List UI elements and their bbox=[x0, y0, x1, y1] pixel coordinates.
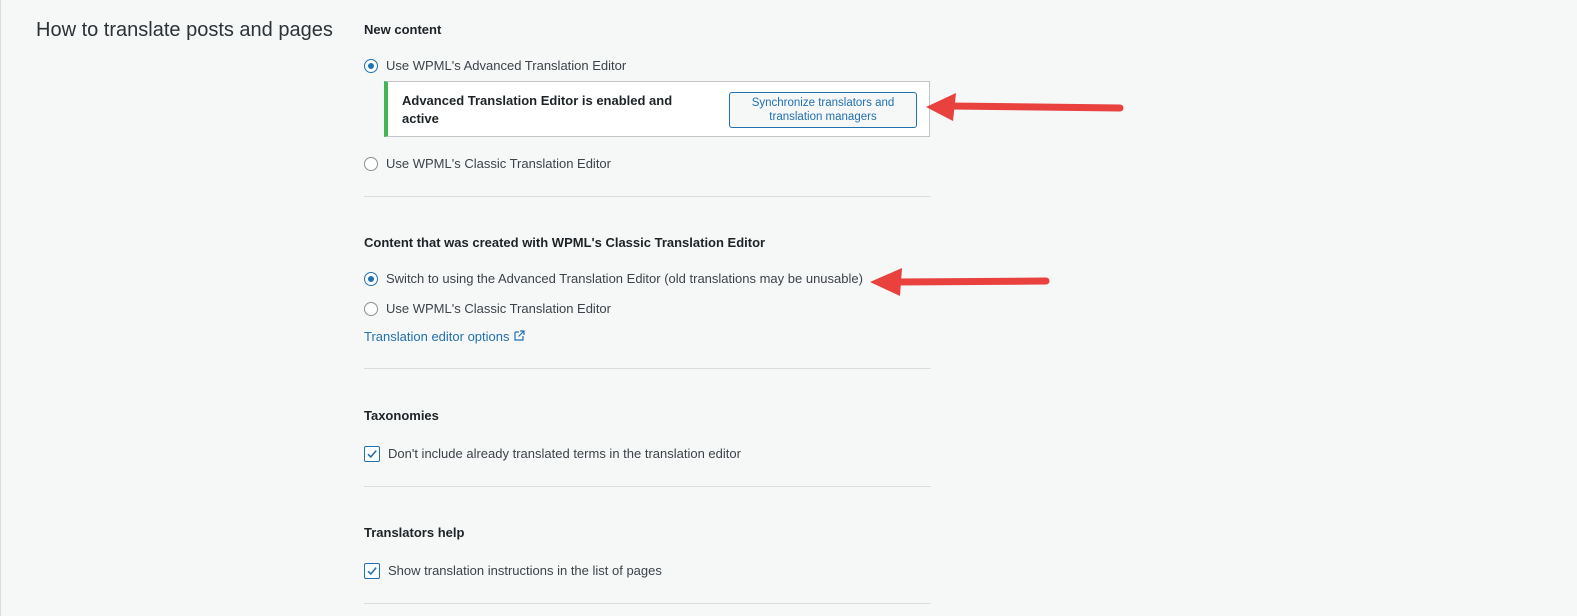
section-divider bbox=[364, 368, 931, 369]
external-link-icon[interactable] bbox=[513, 329, 525, 341]
section-divider bbox=[364, 603, 931, 604]
annotation-arrow-icon bbox=[926, 93, 1124, 121]
keep-classic-radio[interactable] bbox=[364, 302, 378, 316]
checkmark-icon bbox=[367, 450, 377, 459]
ate-status-text: Advanced Translation Editor is enabled a… bbox=[402, 93, 673, 126]
instructions-checkbox-label[interactable]: Show translation instructions in the lis… bbox=[388, 562, 662, 580]
checkmark-icon bbox=[367, 567, 377, 576]
taxonomies-checkbox-label[interactable]: Don't include already translated terms i… bbox=[388, 445, 741, 463]
left-border bbox=[0, 0, 1, 616]
classic-content-heading: Content that was created with WPML's Cla… bbox=[364, 235, 766, 250]
taxonomies-checkbox[interactable] bbox=[364, 446, 380, 462]
classic-editor-radio-label[interactable]: Use WPML's Classic Translation Editor bbox=[386, 155, 611, 173]
new-content-heading: New content bbox=[364, 22, 442, 37]
taxonomies-heading: Taxonomies bbox=[364, 408, 439, 423]
instructions-checkbox[interactable] bbox=[364, 563, 380, 579]
switch-to-ate-radio-label[interactable]: Switch to using the Advanced Translation… bbox=[386, 270, 863, 288]
taxonomies-checkbox-option[interactable]: Don't include already translated terms i… bbox=[364, 445, 741, 463]
switch-to-ate-radio-option[interactable]: Switch to using the Advanced Translation… bbox=[364, 270, 863, 288]
switch-to-ate-radio[interactable] bbox=[364, 272, 378, 286]
classic-editor-radio-option[interactable]: Use WPML's Classic Translation Editor bbox=[364, 155, 611, 173]
ate-status-notice: Advanced Translation Editor is enabled a… bbox=[384, 81, 930, 137]
instructions-checkbox-option[interactable]: Show translation instructions in the lis… bbox=[364, 562, 662, 580]
section-divider bbox=[364, 486, 931, 487]
translators-help-heading: Translators help bbox=[364, 525, 465, 540]
advanced-editor-radio-label[interactable]: Use WPML's Advanced Translation Editor bbox=[386, 57, 626, 75]
classic-editor-radio[interactable] bbox=[364, 157, 378, 171]
annotation-arrow-icon bbox=[870, 268, 1050, 296]
advanced-editor-radio-option[interactable]: Use WPML's Advanced Translation Editor bbox=[364, 57, 626, 75]
advanced-editor-radio[interactable] bbox=[364, 59, 378, 73]
sync-translators-button[interactable]: Synchronize translators and translation … bbox=[729, 92, 917, 128]
page-title: How to translate posts and pages bbox=[36, 19, 333, 41]
translation-editor-options-link-text[interactable]: Translation editor options bbox=[364, 328, 510, 346]
keep-classic-radio-label[interactable]: Use WPML's Classic Translation Editor bbox=[386, 300, 611, 318]
keep-classic-radio-option[interactable]: Use WPML's Classic Translation Editor bbox=[364, 300, 611, 318]
section-divider bbox=[364, 196, 931, 197]
translation-editor-options-link[interactable]: Translation editor options bbox=[364, 328, 525, 346]
